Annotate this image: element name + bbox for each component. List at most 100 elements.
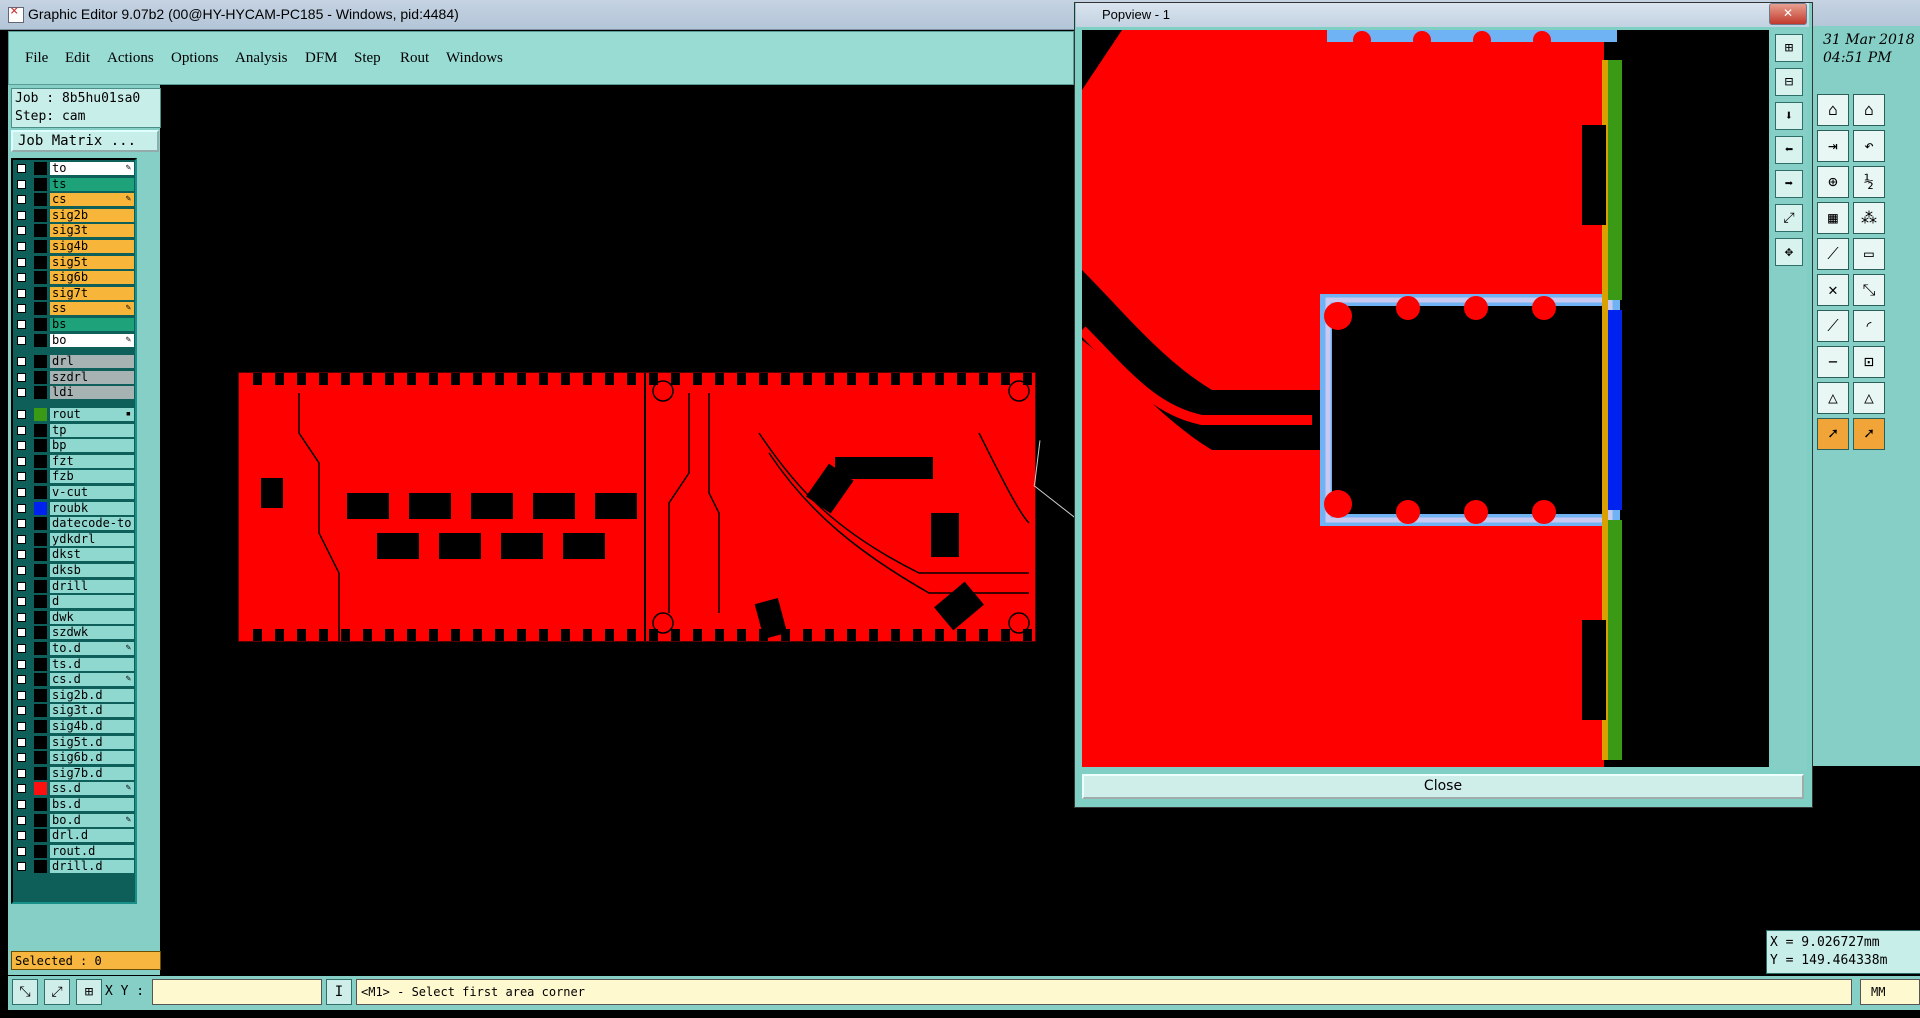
menu-edit[interactable]: Edit — [65, 50, 90, 67]
layer-name[interactable]: d — [50, 595, 134, 609]
menu-options[interactable]: Options — [171, 50, 219, 67]
layer-color-swatch[interactable] — [34, 271, 47, 285]
layer-checkbox[interactable] — [17, 566, 26, 575]
layer-row[interactable]: ss.d ✎ — [13, 782, 135, 796]
home-icon[interactable]: ⌂ — [1853, 94, 1885, 126]
cursor-icon[interactable]: ⌂ — [1817, 94, 1849, 126]
layer-row[interactable]: rout.d — [13, 844, 135, 859]
layer-name[interactable]: sig4b.d — [50, 720, 134, 733]
layer-color-swatch[interactable] — [34, 532, 47, 546]
layer-row[interactable]: to.d ✎ — [13, 642, 135, 656]
layer-name[interactable]: datecode-to — [50, 517, 134, 531]
arrow-icon[interactable]: ➚ — [1817, 418, 1849, 450]
layer-name[interactable]: to ✎ — [50, 162, 134, 175]
layer-color-swatch[interactable] — [34, 355, 47, 369]
popview-close-button[interactable]: Close — [1082, 774, 1804, 799]
layer-checkbox[interactable] — [17, 456, 26, 466]
layer-name[interactable]: ss.d ✎ — [50, 782, 134, 796]
layer-name[interactable]: ydkdrl — [50, 532, 134, 546]
layer-name[interactable]: drill.d — [50, 860, 134, 874]
layer-color-swatch[interactable] — [34, 386, 47, 400]
target-icon[interactable]: ⊕ — [1817, 166, 1849, 198]
layer-row[interactable]: ydkdrl — [13, 532, 135, 547]
layer-checkbox[interactable] — [17, 597, 26, 607]
layer-row[interactable]: fzt — [13, 454, 135, 469]
layer-name[interactable]: to.d ✎ — [50, 642, 134, 655]
layer-name[interactable]: dwk — [50, 610, 134, 624]
layer-checkbox[interactable] — [17, 519, 26, 529]
layer-row[interactable]: v-cut — [13, 486, 135, 500]
layer-name[interactable]: sig6b — [50, 271, 134, 285]
layer-checkbox[interactable] — [17, 612, 26, 622]
layer-checkbox[interactable] — [17, 320, 26, 329]
layer-checkbox[interactable] — [17, 815, 26, 825]
layer-name[interactable]: sig3t.d — [50, 704, 134, 718]
layer-name[interactable]: v-cut — [50, 486, 134, 499]
layer-name[interactable]: drl.d — [50, 829, 134, 843]
minus-icon[interactable]: − — [1817, 346, 1849, 378]
layer-name[interactable]: szdwk — [50, 626, 134, 640]
layer-row[interactable]: sig5t.d — [13, 735, 135, 750]
layer-row[interactable]: fzb — [13, 470, 135, 484]
layer-name[interactable]: ts.d — [50, 657, 134, 671]
layer-color-swatch[interactable] — [34, 333, 47, 347]
layer-row[interactable]: sig6b — [13, 271, 135, 285]
layer-name[interactable]: szdrl — [50, 370, 134, 384]
layer-checkbox[interactable] — [17, 388, 26, 398]
layer-checkbox[interactable] — [17, 659, 26, 669]
zoom-out-icon[interactable]: ⊟ — [1775, 68, 1803, 96]
layer-name[interactable]: bo ✎ — [50, 333, 134, 347]
layer-color-swatch[interactable] — [34, 454, 47, 468]
menu-actions[interactable]: Actions — [107, 50, 154, 67]
layer-name[interactable]: ss ✎ — [50, 302, 134, 316]
layer-checkbox[interactable] — [17, 288, 26, 298]
layer-checkbox[interactable] — [17, 304, 26, 314]
layer-name[interactable]: bo.d ✎ — [50, 813, 134, 827]
grid-toggle-icon[interactable]: ⊞ — [76, 979, 102, 1005]
layer-name[interactable]: sig4b — [50, 240, 134, 253]
menu-windows[interactable]: Windows — [446, 50, 503, 67]
layer-row[interactable]: datecode-to — [13, 517, 135, 531]
layer-color-swatch[interactable] — [34, 813, 47, 827]
layer-row[interactable]: to ✎ — [13, 162, 135, 176]
layer-checkbox[interactable] — [17, 488, 26, 497]
xy-input[interactable] — [152, 979, 322, 1005]
layer-name[interactable]: sig3t — [50, 224, 134, 238]
layer-row[interactable]: sig4b — [13, 240, 135, 254]
layer-checkbox[interactable] — [17, 550, 26, 560]
triangle-icon[interactable]: △ — [1817, 382, 1849, 414]
layer-checkbox[interactable] — [17, 846, 26, 856]
layer-color-swatch[interactable] — [34, 193, 47, 207]
layer-checkbox[interactable] — [17, 335, 26, 345]
layer-color-swatch[interactable] — [34, 224, 47, 238]
layer-row[interactable]: sig5t — [13, 255, 135, 270]
layer-checkbox[interactable] — [17, 784, 26, 794]
layer-color-swatch[interactable] — [34, 370, 47, 384]
layer-name[interactable]: rout ▪ — [50, 408, 134, 421]
layer-row[interactable]: dkst — [13, 548, 135, 562]
menu-step[interactable]: Step — [354, 50, 381, 67]
layer-row[interactable]: sig7t — [13, 286, 135, 301]
layer-checkbox[interactable] — [17, 628, 26, 638]
layer-row[interactable]: sig7b.d — [13, 766, 135, 781]
layer-name[interactable]: sig6b.d — [50, 751, 134, 765]
layer-name[interactable]: bs — [50, 318, 134, 331]
grid-icon[interactable]: ▦ — [1817, 202, 1849, 234]
layer-color-swatch[interactable] — [34, 735, 47, 749]
arrow-alt-icon[interactable]: ➚ — [1853, 418, 1885, 450]
layer-checkbox[interactable] — [17, 195, 26, 205]
layer-name[interactable]: dksb — [50, 564, 134, 577]
layer-color-swatch[interactable] — [34, 501, 47, 515]
layer-checkbox[interactable] — [17, 690, 26, 700]
layer-color-swatch[interactable] — [34, 688, 47, 702]
layer-color-swatch[interactable] — [34, 579, 47, 593]
layer-name[interactable]: tp — [50, 423, 134, 437]
layer-name[interactable]: sig7b.d — [50, 766, 134, 780]
layer-name[interactable]: fzt — [50, 454, 134, 468]
zoom-home-icon[interactable]: ✥ — [1775, 238, 1803, 266]
layer-row[interactable]: rout ▪ — [13, 408, 135, 422]
layer-name[interactable]: dkst — [50, 548, 134, 562]
layer-row[interactable]: bs — [13, 318, 135, 332]
menu-analysis[interactable]: Analysis — [235, 50, 288, 67]
layer-name[interactable]: fzb — [50, 470, 134, 484]
